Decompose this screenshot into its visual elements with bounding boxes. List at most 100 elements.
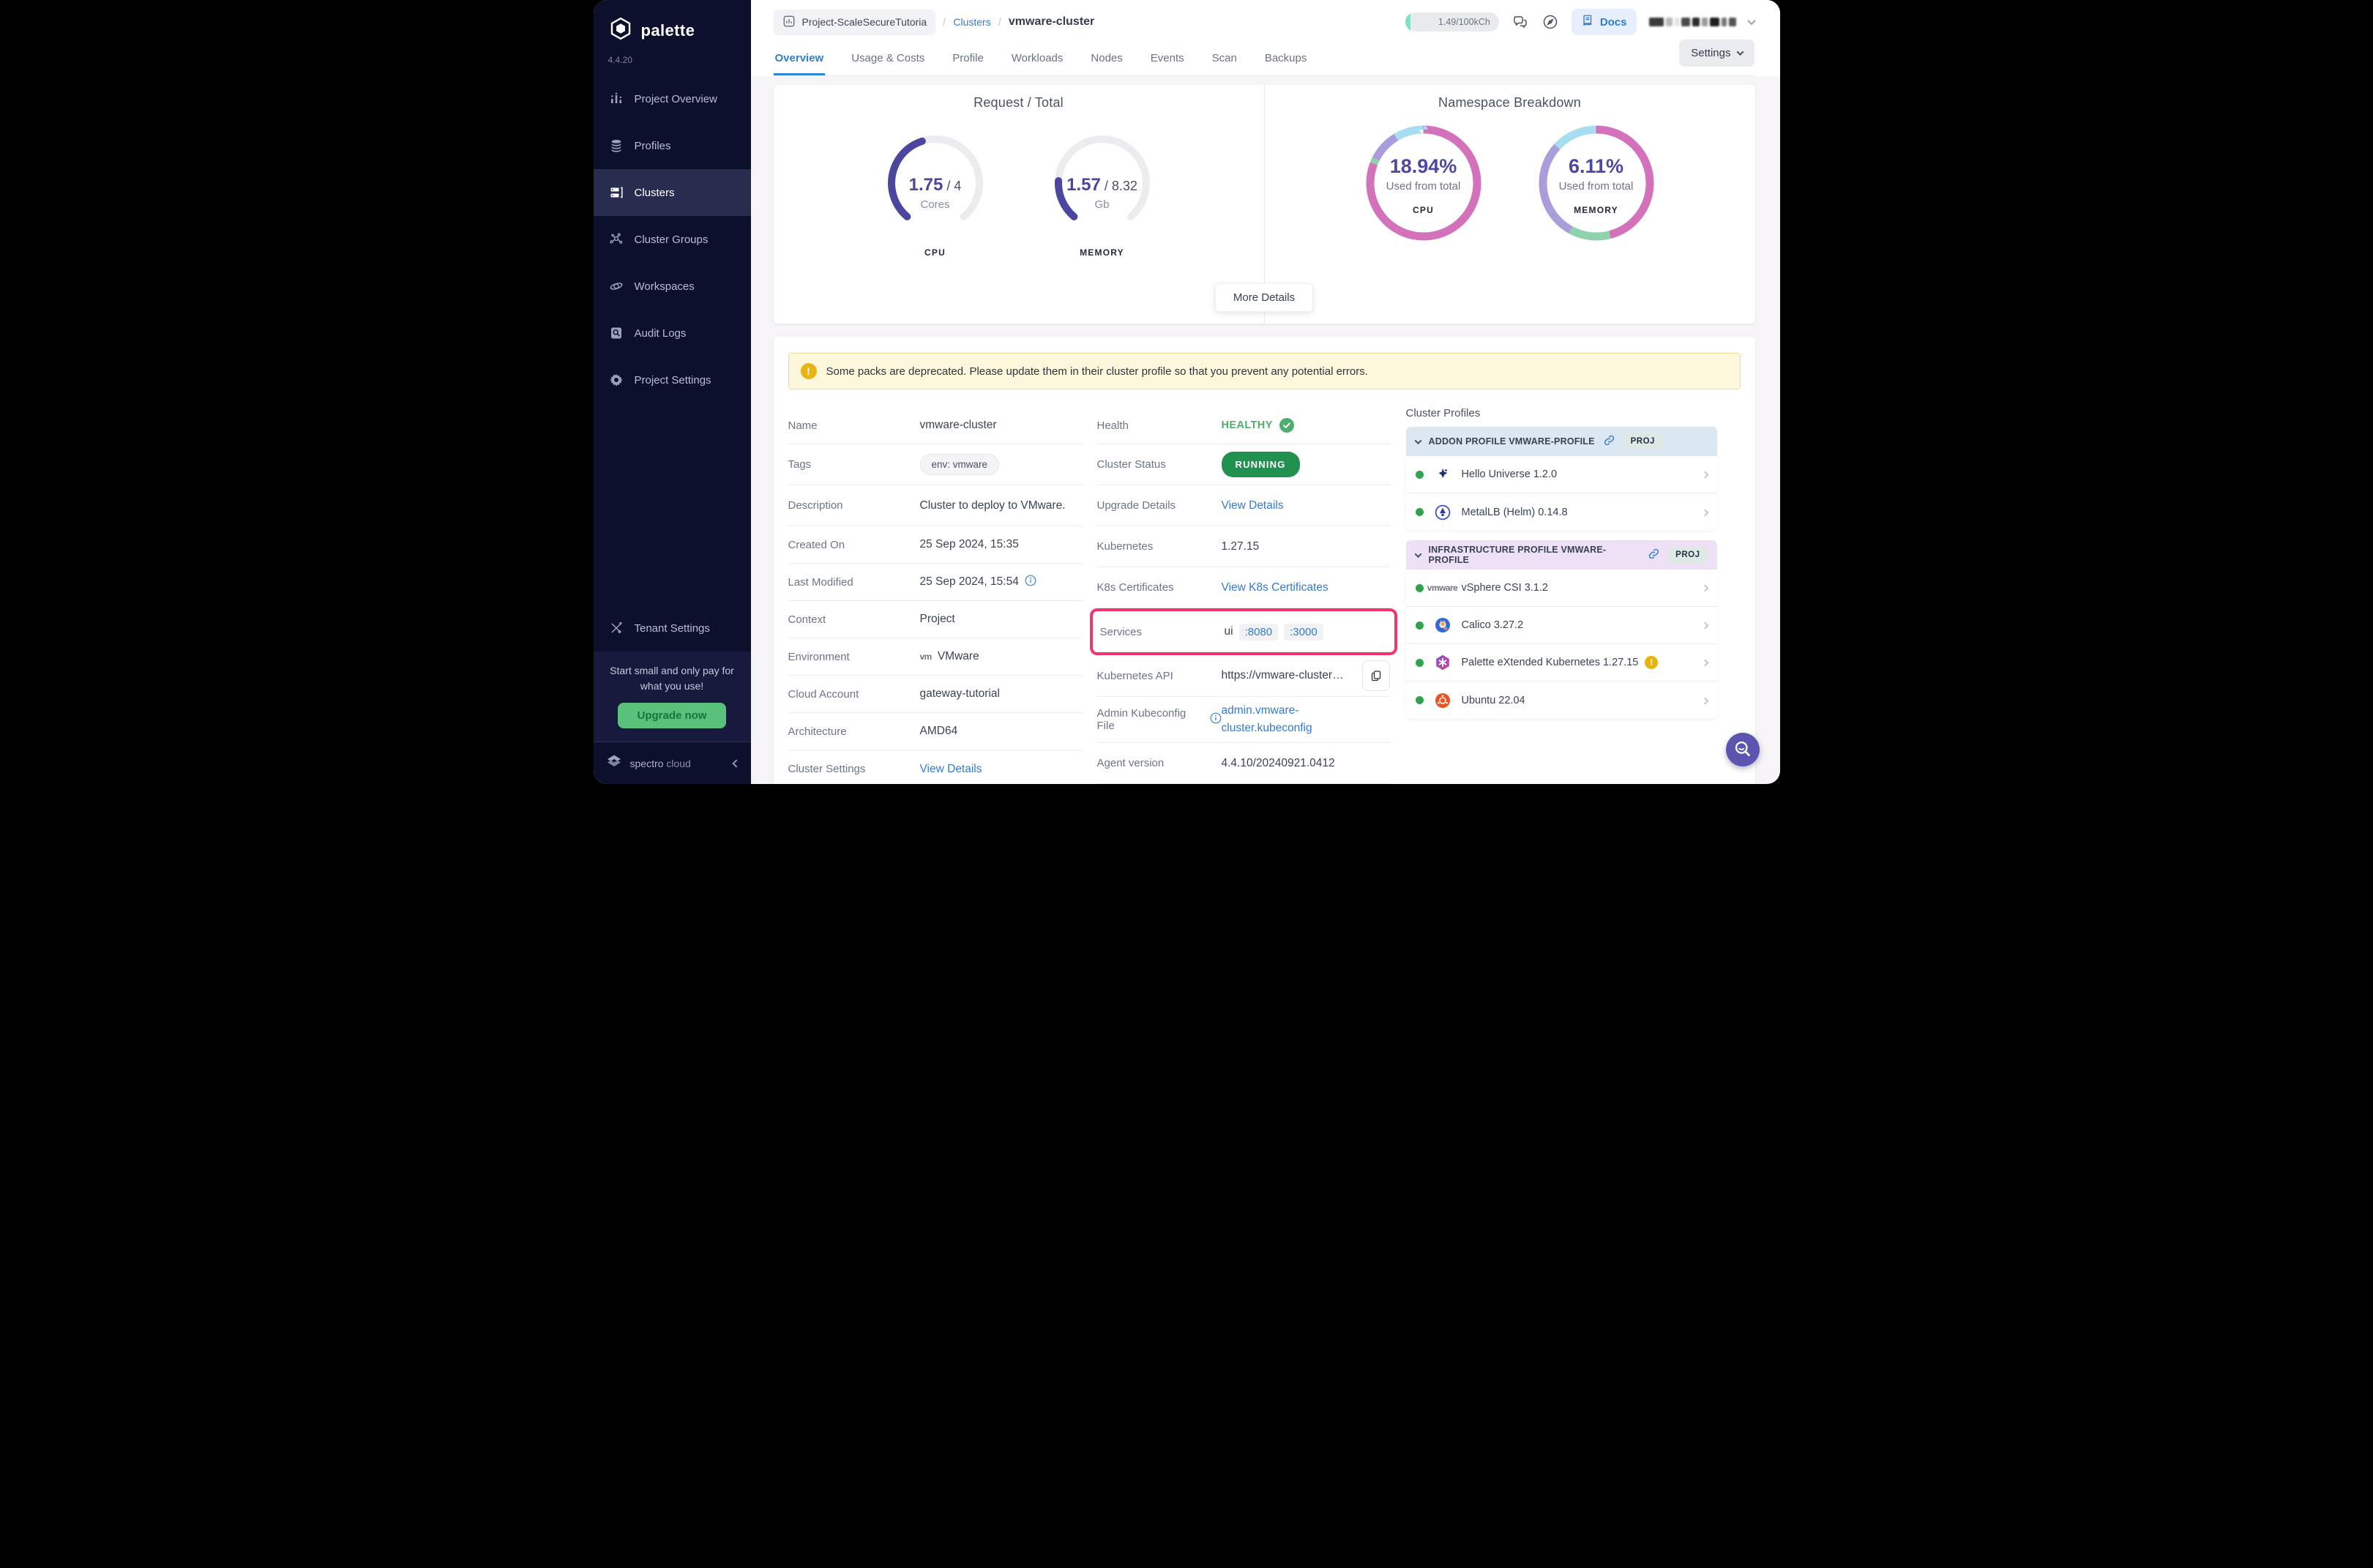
- scope-badge: PROJ: [1623, 433, 1662, 449]
- info-icon[interactable]: [1025, 575, 1036, 590]
- tab-nodes[interactable]: Nodes: [1089, 52, 1124, 75]
- chevron-down-icon: [1736, 48, 1744, 56]
- clusters-icon: [608, 184, 624, 201]
- cpu-caption: CPU: [924, 247, 946, 258]
- network-icon: [608, 231, 624, 247]
- sidebar-item-cluster-groups[interactable]: Cluster Groups: [594, 216, 751, 263]
- memory-total-value: / 8.32: [1105, 179, 1137, 194]
- chat-button[interactable]: [1511, 13, 1529, 31]
- tab-workloads[interactable]: Workloads: [1010, 52, 1065, 75]
- sidebar-item-label: Tenant Settings: [635, 622, 710, 635]
- profile-pack-hello-universe[interactable]: Hello Universe 1.2.0: [1406, 456, 1717, 493]
- upgrade-promo-text: Start small and only pay for what you us…: [604, 663, 741, 693]
- memory-donut-caption: MEMORY: [1574, 205, 1618, 215]
- overview-card: Request / Total 1.75/ 4 Cores: [774, 85, 1755, 324]
- user-menu-redacted[interactable]: [1649, 18, 1736, 26]
- detail-row-cluster-status: Cluster Status RUNNING: [1097, 444, 1390, 485]
- profile-pack-ubuntu[interactable]: Ubuntu 22.04: [1406, 682, 1717, 719]
- detail-row-tags: Tags env: vmware: [788, 444, 1083, 485]
- profile-pack-metallb[interactable]: MetalLB (Helm) 0.14.8: [1406, 493, 1717, 531]
- cpu-gauge: 1.75/ 4 Cores CPU: [881, 128, 990, 258]
- cluster-settings-view-details-link[interactable]: View Details: [920, 763, 982, 776]
- brand-logo: palette: [594, 0, 751, 48]
- memory-caption: MEMORY: [1080, 247, 1124, 258]
- cpu-request-value: 1.75: [909, 175, 943, 195]
- chevron-right-icon: [1703, 694, 1708, 707]
- page-content: Request / Total 1.75/ 4 Cores: [751, 76, 1780, 784]
- tab-scan[interactable]: Scan: [1211, 52, 1238, 75]
- detail-row-kubernetes-api: Kubernetes API https://vmware-cluster-ct…: [1097, 655, 1390, 697]
- settings-button[interactable]: Settings: [1679, 40, 1754, 67]
- detail-row-certificates: K8s Certificates View K8s Certificates: [1097, 567, 1390, 608]
- breadcrumb-separator: /: [943, 16, 946, 29]
- upgrade-now-button[interactable]: Upgrade now: [618, 703, 725, 728]
- tab-backups[interactable]: Backups: [1263, 52, 1309, 75]
- sidebar-item-workspaces[interactable]: Workspaces: [594, 263, 751, 310]
- copy-button[interactable]: [1362, 660, 1390, 691]
- sidebar-collapse-button[interactable]: [733, 757, 739, 770]
- audit-search-icon: [608, 325, 624, 341]
- warning-icon: !: [801, 363, 817, 379]
- detail-row-cloud-account: Cloud Account gateway-tutorial: [788, 676, 1083, 713]
- compass-button[interactable]: [1541, 13, 1559, 31]
- service-port-8080-link[interactable]: :8080: [1239, 624, 1279, 641]
- profile-pack-vsphere-csi[interactable]: vmware vSphere CSI 3.1.2: [1406, 570, 1717, 607]
- sidebar-item-project-overview[interactable]: Project Overview: [594, 75, 751, 122]
- detail-row-created: Created On 25 Sep 2024, 15:35: [788, 526, 1083, 564]
- tab-overview[interactable]: Overview: [774, 52, 826, 75]
- search-smile-icon: [1732, 739, 1754, 761]
- tab-usage-costs[interactable]: Usage & Costs: [850, 52, 926, 75]
- cluster-profiles-title: Cluster Profiles: [1406, 407, 1717, 419]
- cpu-unit: Cores: [920, 198, 949, 211]
- sidebar-item-audit-logs[interactable]: Audit Logs: [594, 310, 751, 356]
- detail-row-kubernetes: Kubernetes 1.27.15: [1097, 526, 1390, 567]
- kubernetes-api-url: https://vmware-cluster-ct...: [1222, 669, 1346, 682]
- profile-pack-calico[interactable]: Calico 3.27.2: [1406, 607, 1717, 644]
- usage-meter-value: 1.49/100kCh: [1438, 17, 1490, 27]
- running-status-badge: RUNNING: [1222, 452, 1300, 477]
- infrastructure-profile-header[interactable]: INFRASTRUCTURE PROFILE VMWARE-PROFILE PR…: [1406, 540, 1717, 570]
- health-status-badge: HEALTHY: [1222, 418, 1294, 433]
- addon-profile-header[interactable]: ADDON PROFILE VMWARE-PROFILE PROJ: [1406, 427, 1717, 456]
- memory-used-percent: 6.11%: [1569, 155, 1623, 178]
- link-icon: [1648, 548, 1660, 562]
- docs-button[interactable]: Docs: [1572, 9, 1637, 35]
- deprecation-warning-text: Some packs are deprecated. Please update…: [826, 365, 1368, 378]
- sidebar-item-project-settings[interactable]: Project Settings: [594, 356, 751, 403]
- usage-meter-fill: [1405, 12, 1410, 31]
- sidebar-item-clusters[interactable]: Clusters: [594, 169, 751, 216]
- ubuntu-icon: [1432, 692, 1453, 709]
- help-search-fab[interactable]: [1726, 733, 1760, 766]
- detail-row-agent-version: Agent version 4.4.10/20240921.0412: [1097, 743, 1390, 784]
- sidebar-item-tenant-settings[interactable]: Tenant Settings: [594, 605, 751, 652]
- service-port-3000-link[interactable]: :3000: [1284, 624, 1323, 641]
- user-menu-chevron-icon[interactable]: [1749, 15, 1754, 29]
- admin-kubeconfig-link[interactable]: admin.vmware-cluster.kubeconfig: [1222, 702, 1331, 737]
- spectro-cloud-logo-icon: [605, 753, 623, 774]
- namespace-breakdown-panel: Namespace Breakdown 18.94% Used from tot…: [1265, 85, 1755, 324]
- check-circle-icon: [1279, 418, 1294, 433]
- project-selector[interactable]: Project-ScaleSecureTutoria: [774, 10, 936, 35]
- metallb-icon: [1432, 504, 1453, 521]
- detail-row-architecture: Architecture AMD64: [788, 713, 1083, 750]
- palette-kubernetes-icon: [1432, 654, 1453, 671]
- info-icon[interactable]: [1210, 712, 1222, 727]
- sidebar-nav: Project Overview Profiles Clusters Clust…: [594, 75, 751, 403]
- detail-row-description: Description Cluster to deploy to VMware.: [788, 485, 1083, 526]
- gear-icon: [608, 372, 624, 388]
- view-k8s-certificates-link[interactable]: View K8s Certificates: [1222, 581, 1328, 594]
- top-bar: Project-ScaleSecureTutoria / Clusters / …: [751, 0, 1780, 76]
- settings-label: Settings: [1691, 47, 1730, 59]
- profile-pack-palette-kubernetes[interactable]: Palette eXtended Kubernetes 1.27.15!: [1406, 644, 1717, 682]
- detail-row-health: Health HEALTHY: [1097, 407, 1390, 444]
- chevron-right-icon: [1703, 468, 1708, 481]
- tab-events[interactable]: Events: [1149, 52, 1186, 75]
- breadcrumb-clusters-link[interactable]: Clusters: [953, 16, 990, 28]
- upgrade-view-details-link[interactable]: View Details: [1222, 499, 1284, 512]
- more-details-button[interactable]: More Details: [1215, 283, 1313, 312]
- sidebar-item-profiles[interactable]: Profiles: [594, 122, 751, 169]
- tab-profile[interactable]: Profile: [951, 52, 985, 75]
- detail-row-cluster-settings: Cluster Settings View Details: [788, 750, 1083, 784]
- pack-status-dot: [1416, 621, 1424, 630]
- namespace-cpu-donut: 18.94% Used from total CPU: [1361, 121, 1486, 249]
